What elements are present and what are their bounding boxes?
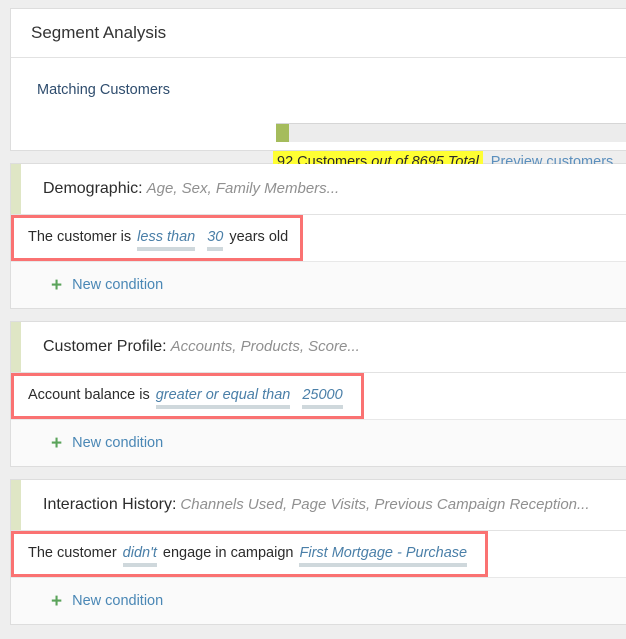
condition-operator-token[interactable]: greater or equal than <box>155 387 290 409</box>
condition-value-token[interactable]: 30 <box>207 229 224 251</box>
section-customer-profile-header: Customer Profile: Accounts, Products, Sco… <box>11 322 626 373</box>
section-demographic-title: Demographic: <box>43 180 143 197</box>
section-demographic-header: Demographic: Age, Sex, Family Members... <box>11 164 626 215</box>
section-interaction-history-subtitle: Channels Used, Page Visits, Previous Cam… <box>180 496 590 513</box>
new-condition-row[interactable]: + New condition <box>11 262 626 308</box>
condition-value-token[interactable]: 25000 <box>302 387 344 409</box>
section-interaction-history-header: Interaction History: Channels Used, Page … <box>11 480 626 531</box>
condition-lead-text: The customer is <box>28 229 132 245</box>
new-condition-row[interactable]: + New condition <box>11 420 626 466</box>
segment-analysis-body: Matching Customers 92 Customers out of 8… <box>11 58 626 173</box>
page-title: Segment Analysis <box>11 9 626 58</box>
condition-lead-text: Account balance is <box>28 387 150 403</box>
new-condition-label[interactable]: New condition <box>72 593 163 609</box>
condition-tail-text: years old <box>229 229 289 245</box>
new-condition-label[interactable]: New condition <box>72 435 163 451</box>
condition-tail-text: engage in campaign <box>162 545 294 561</box>
plus-icon[interactable]: + <box>51 433 62 454</box>
condition-row[interactable]: The customer didn't engage in campaign Firs… <box>11 531 489 577</box>
section-customer-profile: Customer Profile: Accounts, Products, Sco… <box>10 321 626 467</box>
matching-customers-progress-fill <box>276 124 289 142</box>
condition-value-token[interactable]: First Mortgage - Purchase <box>299 545 467 567</box>
section-demographic: Demographic: Age, Sex, Family Members... … <box>10 163 626 309</box>
condition-operator-token[interactable]: less than <box>137 229 196 251</box>
section-customer-profile-title: Customer Profile: <box>43 338 167 355</box>
condition-row[interactable]: The customer is less than 30 years old <box>11 215 304 261</box>
section-interaction-history: Interaction History: Channels Used, Page … <box>10 479 626 625</box>
condition-list-demographic: The customer is less than 30 years old <box>11 215 626 262</box>
new-condition-label[interactable]: New condition <box>72 277 163 293</box>
section-interaction-history-title: Interaction History: <box>43 496 177 513</box>
condition-lead-text: The customer <box>28 545 117 561</box>
plus-icon[interactable]: + <box>51 591 62 612</box>
condition-list-interaction-history: The customer didn't engage in campaign Firs… <box>11 531 626 578</box>
condition-operator-token[interactable]: didn't <box>122 545 158 567</box>
condition-list-customer-profile: Account balance is greater or equal than 2… <box>11 373 626 420</box>
new-condition-row[interactable]: + New condition <box>11 578 626 624</box>
matching-customers-label: Matching Customers <box>37 82 170 98</box>
section-demographic-subtitle: Age, Sex, Family Members... <box>146 180 340 197</box>
matching-customers-progress-track <box>276 123 626 142</box>
plus-icon[interactable]: + <box>51 275 62 296</box>
section-customer-profile-subtitle: Accounts, Products, Score... <box>170 338 360 355</box>
segment-builder-page: Segment Analysis Matching Customers 92 C… <box>0 0 626 639</box>
condition-row[interactable]: Account balance is greater or equal than 2… <box>11 373 364 419</box>
segment-analysis-card: Segment Analysis Matching Customers 92 C… <box>10 8 626 173</box>
